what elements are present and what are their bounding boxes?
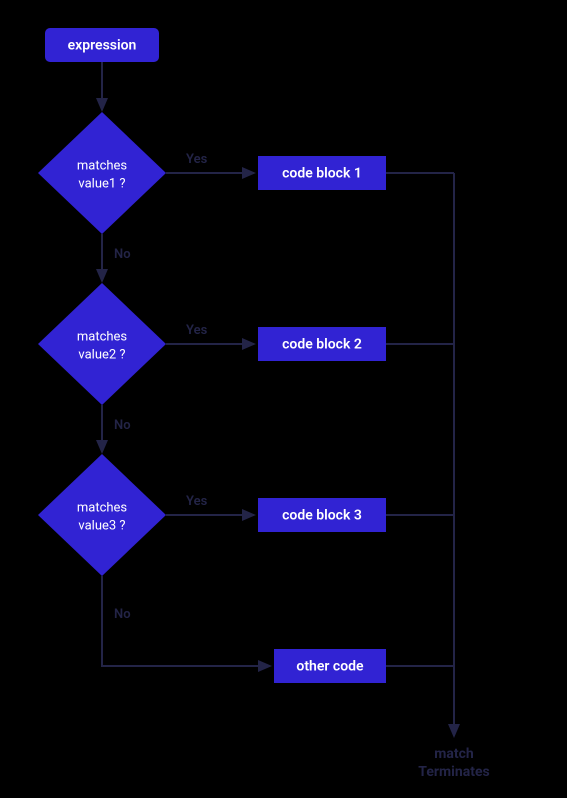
code-block-2: code block 2 bbox=[258, 327, 386, 361]
decision-1: matches value1 ? bbox=[38, 112, 166, 234]
other-code-block: other code bbox=[274, 649, 386, 683]
no-label-2: No bbox=[114, 418, 131, 433]
yes-label-2: Yes bbox=[186, 323, 208, 338]
no-label-1: No bbox=[114, 247, 131, 262]
decision-2: matches value2 ? bbox=[38, 283, 166, 405]
start-node: expression bbox=[45, 28, 159, 62]
decision-1-line1: matches bbox=[77, 158, 128, 173]
code-block-3-label: code block 3 bbox=[282, 508, 362, 524]
yes-label-3: Yes bbox=[186, 494, 208, 509]
decision-3-line2: value3 ? bbox=[78, 518, 125, 533]
decision-1-line2: value1 ? bbox=[78, 176, 125, 191]
other-code-label: other code bbox=[296, 659, 364, 675]
decision-3: matches value3 ? bbox=[38, 454, 166, 576]
no-label-3: No bbox=[114, 607, 131, 622]
decision-2-line1: matches bbox=[77, 329, 128, 344]
yes-label-1: Yes bbox=[186, 152, 208, 167]
code-block-2-label: code block 2 bbox=[282, 337, 362, 353]
start-label: expression bbox=[68, 38, 137, 54]
code-block-1-label: code block 1 bbox=[282, 166, 362, 182]
decision-3-line1: matches bbox=[77, 500, 128, 515]
code-block-3: code block 3 bbox=[258, 498, 386, 532]
terminate-line1: match bbox=[434, 746, 474, 762]
decision-2-line2: value2 ? bbox=[78, 347, 125, 362]
code-block-1: code block 1 bbox=[258, 156, 386, 190]
terminate-line2: Terminates bbox=[418, 764, 489, 780]
